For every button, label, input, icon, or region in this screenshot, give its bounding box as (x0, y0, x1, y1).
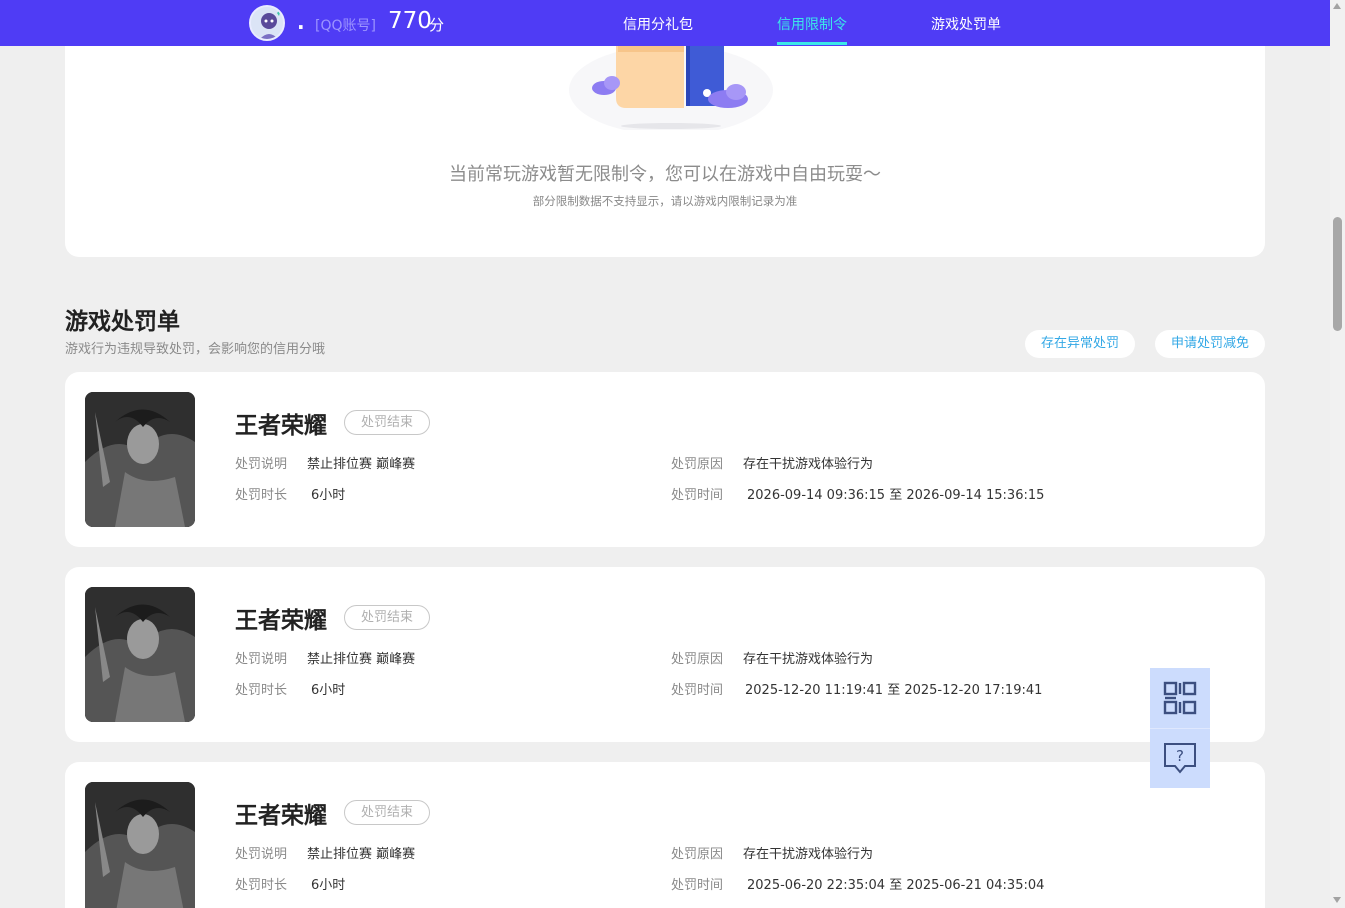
game-cover-image (85, 782, 195, 908)
svg-text:?: ? (1176, 747, 1184, 765)
tab-game-penalty[interactable]: 游戏处罚单 (931, 14, 1001, 34)
duration-value: 6小时 (311, 878, 346, 893)
tab-credit-gift[interactable]: 信用分礼包 (623, 14, 693, 34)
penalty-card[interactable]: 王者荣耀 处罚结束 处罚说明 禁止排位赛 巅峰赛 处罚原因 存在干扰游戏体验行为… (65, 567, 1265, 742)
restriction-note: 部分限制数据不支持显示，请以游戏内限制记录为准 (532, 194, 798, 208)
help-chat-icon[interactable]: ? (1162, 740, 1198, 776)
desc-label: 处罚说明 (235, 457, 288, 472)
game-cover-image (85, 392, 195, 527)
toolbar-divider (1150, 728, 1210, 729)
time-value: 2025-06-20 22:35:04 至 2025-06-21 04:35:0… (747, 878, 1045, 893)
game-name: 王者荣耀 (235, 803, 327, 829)
duration-value: 6小时 (311, 683, 346, 698)
floating-toolbar: ? (1150, 668, 1210, 788)
reason-label: 处罚原因 (671, 847, 724, 862)
desc-value: 禁止排位赛 巅峰赛 (307, 847, 416, 862)
penalty-card[interactable]: 王者荣耀 处罚结束 处罚说明 禁止排位赛 巅峰赛 处罚原因 存在干扰游戏体验行为… (65, 762, 1265, 908)
credit-score: 770 (388, 8, 432, 34)
scrollbar[interactable] (1330, 0, 1345, 908)
desc-value: 禁止排位赛 巅峰赛 (307, 652, 416, 667)
avatar[interactable] (249, 5, 285, 41)
penalty-section-title: 游戏处罚单 (65, 309, 180, 335)
duration-label: 处罚时长 (235, 683, 288, 698)
active-tab-indicator (777, 42, 847, 45)
game-name: 王者荣耀 (235, 608, 327, 634)
reason-value: 存在干扰游戏体验行为 (743, 847, 874, 862)
account-type-label: [QQ账号] (315, 18, 376, 34)
top-bar: . [QQ账号] 770 分 信用分礼包 信用限制令 游戏处罚单 (0, 0, 1330, 46)
scroll-thumb[interactable] (1333, 217, 1342, 331)
scroll-up-arrow-icon[interactable] (1333, 3, 1341, 9)
time-label: 处罚时间 (671, 488, 724, 503)
nickname: . (297, 10, 305, 34)
score-unit: 分 (429, 16, 445, 34)
game-name: 王者荣耀 (235, 413, 327, 439)
desc-label: 处罚说明 (235, 847, 288, 862)
duration-value: 6小时 (311, 488, 346, 503)
status-badge: 处罚结束 (344, 410, 430, 435)
game-cover-image (85, 587, 195, 722)
tab-credit-restriction[interactable]: 信用限制令 (777, 14, 847, 34)
reason-label: 处罚原因 (671, 652, 724, 667)
penalty-card[interactable]: 王者荣耀 处罚结束 处罚说明 禁止排位赛 巅峰赛 处罚原因 存在干扰游戏体验行为… (65, 372, 1265, 547)
status-badge: 处罚结束 (344, 605, 430, 630)
desc-value: 禁止排位赛 巅峰赛 (307, 457, 416, 472)
time-label: 处罚时间 (671, 683, 724, 698)
desc-label: 处罚说明 (235, 652, 288, 667)
reason-value: 存在干扰游戏体验行为 (743, 652, 874, 667)
appeal-penalty-button[interactable]: 申请处罚减免 (1155, 330, 1265, 358)
time-label: 处罚时间 (671, 878, 724, 893)
scroll-down-arrow-icon[interactable] (1333, 897, 1341, 903)
no-restriction-message: 当前常玩游戏暂无限制令，您可以在游戏中自由玩耍～ (449, 164, 881, 185)
time-value: 2025-12-20 11:19:41 至 2025-12-20 17:19:4… (745, 683, 1043, 698)
duration-label: 处罚时长 (235, 488, 288, 503)
time-value: 2026-09-14 09:36:15 至 2026-09-14 15:36:1… (747, 488, 1045, 503)
reason-label: 处罚原因 (671, 457, 724, 472)
penalty-section-subtitle: 游戏行为违规导致处罚，会影响您的信用分哦 (65, 342, 326, 357)
qrcode-icon[interactable] (1162, 680, 1198, 716)
status-badge: 处罚结束 (344, 800, 430, 825)
reason-value: 存在干扰游戏体验行为 (743, 457, 874, 472)
abnormal-penalty-button[interactable]: 存在异常处罚 (1025, 330, 1135, 358)
duration-label: 处罚时长 (235, 878, 288, 893)
